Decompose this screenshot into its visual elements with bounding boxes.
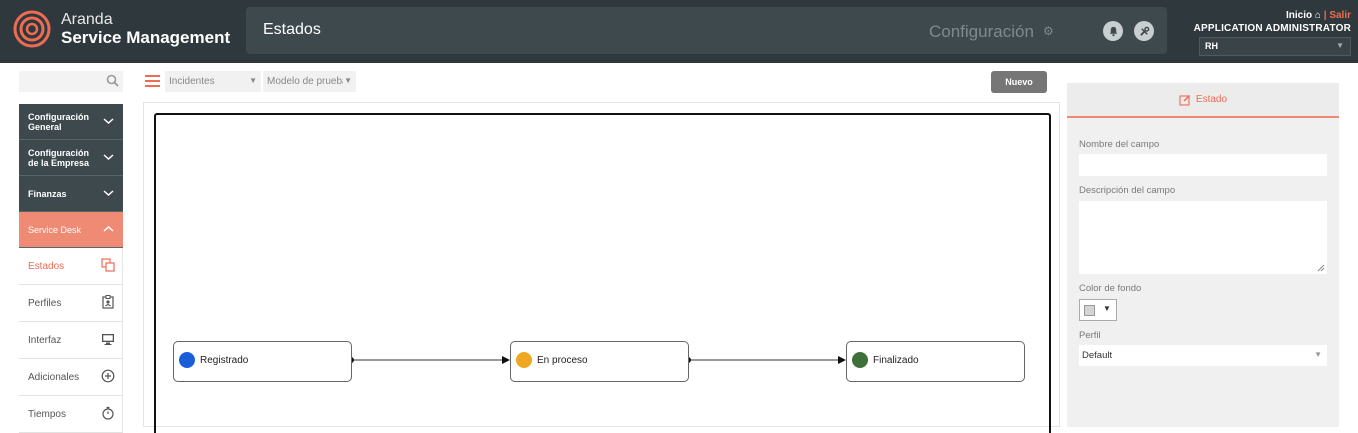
transition-registrado-en-proceso[interactable] [348,356,510,364]
case-type-value: Incidentes [169,76,215,87]
sidebar-item-label: Estados [28,260,65,272]
state-node-registrado[interactable]: Registrado [173,341,352,382]
profile-select[interactable]: Default ▼ [1079,345,1327,366]
id-badge-icon [102,295,114,309]
project-select-value: RH [1205,41,1218,51]
plus-circle-icon [101,369,115,383]
chevron-down-icon [103,154,114,161]
sidebar-item-label: Perfiles [28,297,62,309]
aranda-logo-icon [13,10,51,48]
state-color-dot [179,352,195,368]
dropdown-arrow-icon: ▼ [1336,41,1344,50]
nav-group-finanzas[interactable]: Finanzas [19,176,123,212]
state-node-finalizado[interactable]: Finalizado [846,341,1025,382]
dropdown-arrow-icon: ▼ [344,76,352,85]
color-swatch [1084,305,1095,316]
field-name-label: Nombre del campo [1079,139,1160,150]
resize-handle-icon[interactable] [1317,264,1325,272]
field-name-input[interactable] [1079,154,1327,176]
model-value: Modelo de prueba [267,76,343,87]
user-block: Inicio ⌂ | Salir APPLICATION ADMINISTRAT… [1194,10,1351,34]
transition-en-proceso-finalizado[interactable] [685,356,846,364]
brand-name: Aranda [61,11,113,28]
state-label: Finalizado [873,355,919,366]
nav-group-service-desk[interactable]: Service Desk [19,212,123,248]
gear-icon[interactable]: ⚙ [1043,24,1054,38]
logout-link[interactable]: Salir [1329,10,1351,21]
user-name: APPLICATION ADMINISTRATOR [1193,23,1351,34]
case-type-select[interactable]: Incidentes ▼ [165,71,261,92]
product-name: Service Management [61,28,231,47]
user-links: Inicio ⌂ | Salir [1194,10,1351,21]
dropdown-arrow-icon: ▼ [1103,304,1111,313]
state-color-dot [516,352,532,368]
stopwatch-icon [102,406,114,420]
workflow-canvas[interactable]: Registrado En proceso Finalizado [154,113,1051,433]
tools-icon [1139,26,1149,36]
top-bar: Aranda Service Management Estados Config… [0,0,1358,63]
project-select[interactable]: RH ▼ [1199,37,1351,56]
state-node-en-proceso[interactable]: En proceso [510,341,689,382]
separator: | [1323,10,1327,21]
sidebar-item-tiempos[interactable]: Tiempos [19,396,123,433]
transition-arrows [348,356,846,364]
sidebar-search-input[interactable] [19,71,123,92]
sidebar-item-perfiles[interactable]: Perfiles [19,285,123,322]
brand: Aranda Service Management [61,11,230,48]
field-description-label: Descripción del campo [1079,185,1176,196]
home-icon[interactable]: ⌂ [1315,10,1321,21]
nav-group-configuracion-empresa[interactable]: Configuración de la Empresa [19,140,123,176]
edit-icon [1179,94,1190,106]
dropdown-arrow-icon: ▼ [249,76,257,85]
monitor-icon [102,334,114,345]
workflow-container: Registrado En proceso Finalizado [143,102,1060,433]
notifications-button[interactable] [1103,21,1123,41]
state-label: Registrado [200,355,249,366]
copy-icon [101,258,115,272]
profile-label: Perfil [1079,330,1101,341]
state-label: En proceso [537,355,588,366]
tab-label: Estado [1195,94,1228,105]
sidebar-item-label: Tiempos [28,408,66,420]
configuration-link[interactable]: Configuración [929,22,1034,42]
chevron-up-icon [103,225,114,232]
new-button[interactable]: Nuevo [991,71,1047,93]
title-bar: Estados Configuración ⚙ [246,7,1167,54]
model-select[interactable]: Modelo de prueba ▼ [263,71,356,92]
sidebar-item-adicionales[interactable]: Adicionales [19,359,123,396]
bg-color-label: Color de fondo [1079,283,1142,294]
sidebar-item-label: Interfaz [28,334,62,346]
nav-group-label: Configuración General [28,111,89,132]
bell-icon [1109,26,1117,36]
chevron-down-icon [103,190,114,197]
sidebar-item-label: Adicionales [28,371,80,383]
nav-group-configuracion-general[interactable]: Configuración General [19,104,123,140]
bg-color-picker[interactable]: ▼ [1079,299,1117,321]
tools-button[interactable] [1134,21,1154,41]
page-title: Estados [263,21,321,38]
chevron-down-icon [103,118,114,125]
properties-panel: Estado Nombre del campo Descripción del … [1067,83,1339,427]
sidebar-item-estados[interactable]: Estados [19,248,123,285]
profile-select-value: Default [1082,350,1113,361]
nav-group-label: Service Desk [28,224,82,235]
dropdown-arrow-icon: ▼ [1314,350,1322,359]
tab-estado[interactable]: Estado [1067,83,1339,118]
field-description-textarea[interactable] [1079,201,1327,274]
state-color-dot [852,352,868,368]
nav-group-label: Configuración de la Empresa [28,147,90,168]
sidebar: Configuración General Configuración de l… [19,104,123,433]
search-icon[interactable] [106,74,119,87]
menu-icon[interactable] [145,75,160,90]
nav-group-label: Finanzas [28,188,67,199]
sidebar-item-interfaz[interactable]: Interfaz [19,322,123,359]
home-link[interactable]: Inicio [1286,10,1312,21]
